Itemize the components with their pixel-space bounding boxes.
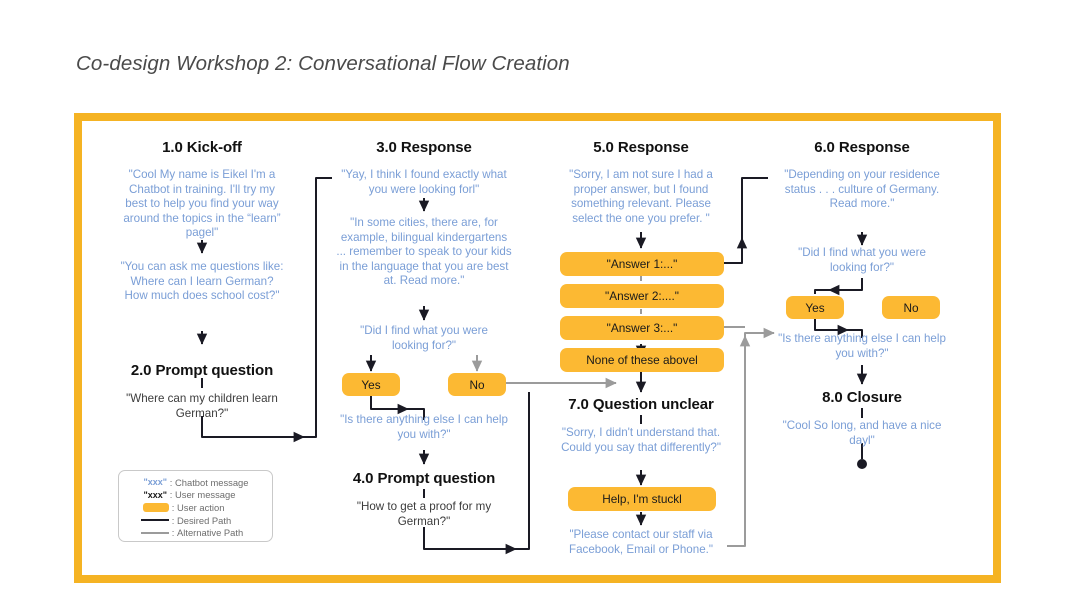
legend-label-user-action: User action bbox=[177, 501, 225, 513]
bot-message-didnt-understand: "Sorry, I didn't understand that. Could … bbox=[561, 426, 721, 454]
legend-swatch-desired-path bbox=[141, 519, 169, 522]
bot-message-did-i-find-col4: "Did I find what you were looking for?" bbox=[798, 246, 926, 274]
legend-row-chatbot-message: "xxx" : Chatbot message bbox=[119, 476, 272, 489]
pill-no-col2[interactable]: No bbox=[448, 373, 506, 396]
heading-prompt-question-2: 2.0 Prompt question bbox=[130, 362, 274, 379]
legend-swatch-wrap-pill bbox=[125, 502, 169, 512]
legend-row-user-message: "xxx" : User message bbox=[119, 489, 272, 502]
heading-response-6: 6.0 Response bbox=[814, 139, 910, 156]
pill-no-col4[interactable]: No bbox=[882, 296, 940, 319]
legend-swatch-pill bbox=[143, 502, 169, 512]
bot-message-kickoff-intro: "Cool My name is Eikel I'm a Chatbot in … bbox=[123, 168, 281, 240]
legend-row-desired-path: : Desired Path bbox=[119, 514, 272, 527]
page-title: Co-design Workshop 2: Conversational Flo… bbox=[76, 52, 570, 75]
bot-message-not-sure-proper-answer: "Sorry, I am not sure I had a proper ans… bbox=[569, 168, 713, 225]
legend-sep-1: : bbox=[169, 489, 173, 501]
legend-row-user-action: : User action bbox=[119, 501, 272, 514]
bot-message-did-i-find-col2: "Did I find what you were looking for?" bbox=[360, 324, 488, 352]
legend-label-alternative-path: Alternative Path bbox=[177, 527, 244, 539]
legend-label-chatbot: Chatbot message bbox=[175, 476, 249, 488]
pill-yes-col2[interactable]: Yes bbox=[342, 373, 400, 396]
user-message-where-children: "Where can my children learn German?" bbox=[126, 392, 278, 420]
bot-message-so-long: "Cool So long, and have a nice dayl" bbox=[782, 419, 942, 447]
legend-sep-2: : bbox=[171, 501, 175, 513]
user-message-proof-german: "How to get a proof for my German?" bbox=[356, 500, 492, 528]
bot-message-anything-else-col4: "Is there anything else I can help you w… bbox=[778, 332, 946, 360]
pill-help-im-stuck[interactable]: Help, I'm stuckl bbox=[568, 487, 716, 511]
pill-answer-3[interactable]: "Answer 3:..." bbox=[560, 316, 724, 340]
heading-question-unclear-7: 7.0 Question unclear bbox=[568, 396, 714, 413]
heading-response-3: 3.0 Response bbox=[376, 139, 472, 156]
bot-message-anything-else-col2: "Is there anything else I can help you w… bbox=[340, 413, 508, 441]
legend-row-alternative-path: : Alternative Path bbox=[119, 526, 272, 539]
legend-sep-4: : bbox=[171, 527, 175, 539]
legend-label-desired-path: Desired Path bbox=[177, 514, 232, 526]
bot-message-contact-staff: "Please contact our staff via Facebook, … bbox=[569, 528, 713, 556]
heading-closure-8: 8.0 Closure bbox=[822, 389, 902, 406]
pill-yes-col4[interactable]: Yes bbox=[786, 296, 844, 319]
legend-key-user: "xxx" bbox=[143, 489, 167, 500]
heading-response-5: 5.0 Response bbox=[593, 139, 689, 156]
legend-swatch-alternative-path bbox=[141, 531, 169, 534]
bot-message-kickoff-examples: "You can ask me questions like: Where ca… bbox=[120, 260, 284, 303]
legend-swatch-wrap-dark bbox=[125, 519, 169, 522]
legend-sep-3: : bbox=[171, 514, 175, 526]
bot-message-bilingual-kindergartens: "In some cities, there are, for example,… bbox=[336, 216, 512, 288]
bot-message-yay-found: "Yay, I think I found exactly what you w… bbox=[341, 168, 507, 196]
bot-message-residence-status: "Depending on your residence status . . … bbox=[784, 168, 940, 211]
legend-box: "xxx" : Chatbot message "xxx" : User mes… bbox=[118, 470, 273, 542]
pill-answer-1[interactable]: "Answer 1:..." bbox=[560, 252, 724, 276]
pill-answer-2[interactable]: "Answer 2:...." bbox=[560, 284, 724, 308]
heading-prompt-question-4: 4.0 Prompt question bbox=[352, 470, 496, 487]
legend-key-chatbot: "xxx" bbox=[143, 477, 167, 488]
legend-sep-0: : bbox=[169, 476, 173, 488]
pill-none-of-these-above[interactable]: None of these abovel bbox=[560, 348, 724, 372]
heading-kick-off: 1.0 Kick-off bbox=[162, 139, 242, 156]
legend-swatch-wrap-grey bbox=[125, 531, 169, 534]
legend-label-user: User message bbox=[175, 489, 236, 501]
